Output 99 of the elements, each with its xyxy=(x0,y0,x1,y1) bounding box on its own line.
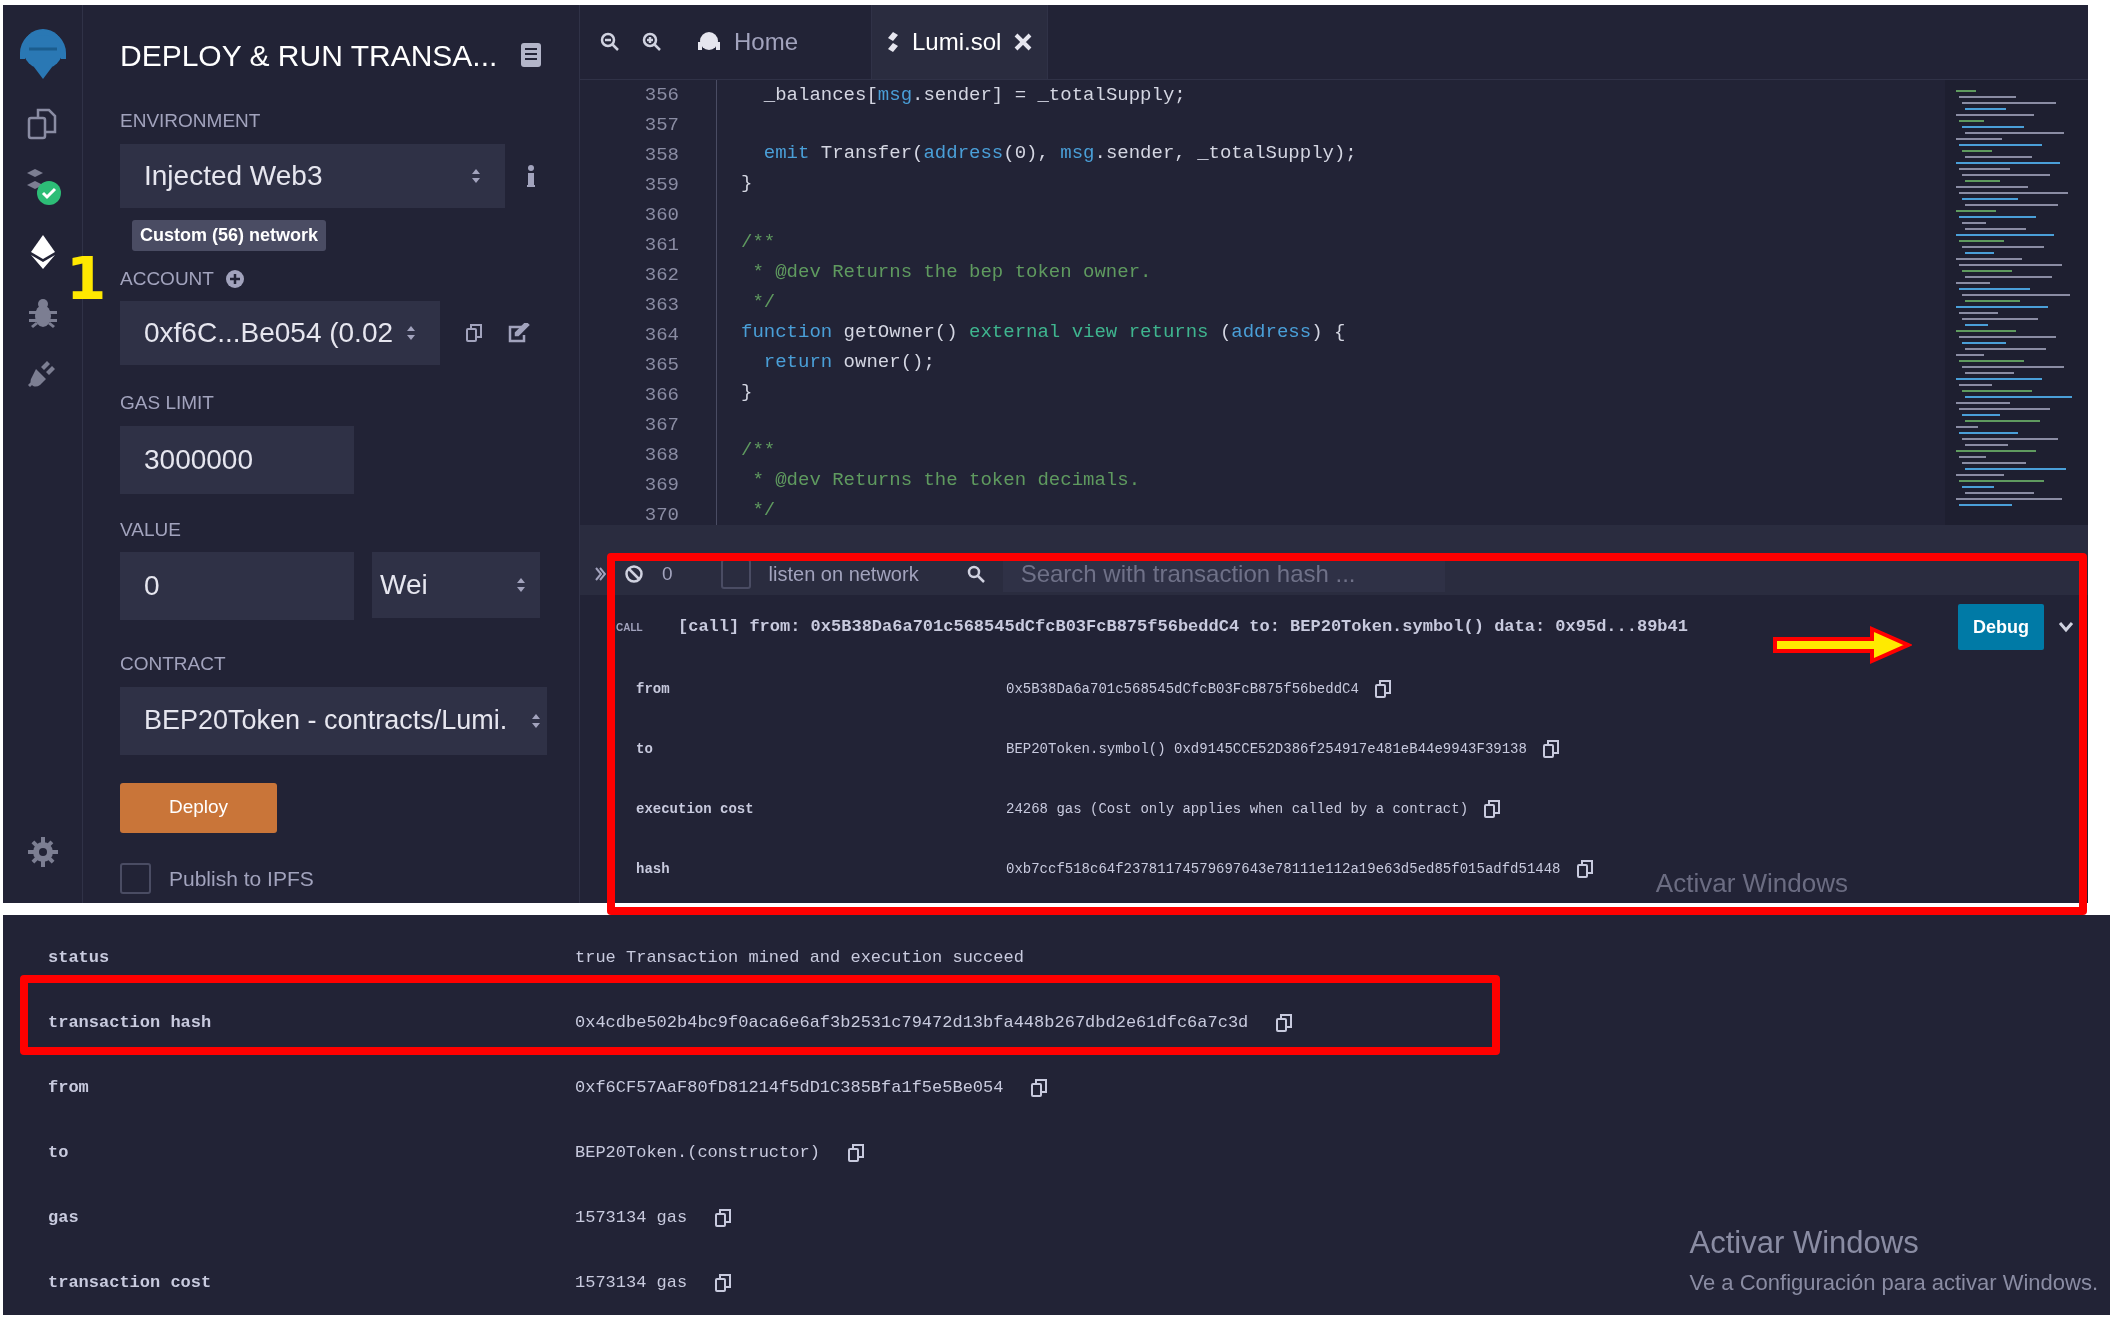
copy-icon[interactable] xyxy=(1484,800,1501,818)
sort-arrows-icon xyxy=(406,324,416,342)
code-line: /** xyxy=(741,438,776,463)
search-icon[interactable] xyxy=(966,565,985,583)
checkbox-label: Publish to IPFS xyxy=(169,865,314,892)
bug-icon[interactable] xyxy=(27,297,58,329)
step-number: 1 xyxy=(66,250,107,308)
code-line: _balances[msg.sender] = _totalSupply; xyxy=(762,83,1186,108)
line-number: 358 xyxy=(644,143,679,168)
account-select[interactable]: 0xf6C...Be054 (0.02 xyxy=(120,301,440,365)
call-summary: [call] from: 0x5B38Da6a701c568545dCfcB03FcB875f56beddC4 to: BEP20Token.symbol() data: 0x95d...89b41 xyxy=(678,616,1688,639)
field-label: ENVIRONMENT xyxy=(120,109,262,133)
call-tag: CALL xyxy=(616,619,678,635)
code-line: return owner(); xyxy=(762,349,935,375)
book-icon[interactable] xyxy=(520,42,542,68)
info-icon[interactable] xyxy=(527,164,535,187)
network-badge: Custom (56) network xyxy=(132,219,327,251)
detail-key: hash xyxy=(636,858,1006,880)
code-line: function getOwner() external view returns (address) { xyxy=(741,319,1346,345)
detail-value: 0x5B38Da6a701c568545dCfcB03FcB875f56beddC4 xyxy=(1006,679,1359,699)
copy-icon[interactable] xyxy=(1576,860,1593,878)
line-number: 368 xyxy=(644,443,679,468)
chevron-down-icon[interactable] xyxy=(2058,621,2074,633)
windows-notice-title: Activar Windows xyxy=(1689,1223,1920,1262)
line-number: 361 xyxy=(644,233,679,258)
field-label: VALUE xyxy=(120,517,182,542)
copy-icon[interactable] xyxy=(715,1273,732,1292)
copy-icon[interactable] xyxy=(847,1143,864,1162)
code-line: } xyxy=(741,171,753,197)
panel-title: DEPLOY & RUN TRANSA... xyxy=(120,37,498,74)
field-label: ACCOUNT xyxy=(120,266,214,291)
clear-icon[interactable] xyxy=(624,564,644,584)
code-line: } xyxy=(741,379,753,405)
checkbox-label: listen on network xyxy=(768,562,919,587)
detail-key: to xyxy=(636,738,1006,760)
unit-select[interactable]: Wei xyxy=(372,552,540,618)
receipt-key: to xyxy=(48,1139,575,1166)
line-number: 364 xyxy=(644,323,679,348)
copy-icon[interactable] xyxy=(466,324,482,342)
windows-notice-subtitle: Ve a Configuración para activar Windows. xyxy=(1689,1269,2098,1297)
code-line: emit Transfer(address(0), msg.sender, _totalSupply); xyxy=(762,141,1357,167)
line-number: 357 xyxy=(644,113,679,138)
gas-limit-field[interactable]: 3000000 xyxy=(120,425,354,494)
copy-icon[interactable] xyxy=(1276,1013,1293,1032)
line-number: 366 xyxy=(644,383,679,408)
detail-value: 24268 gas (Cost only applies when called by a contract) xyxy=(1006,799,1469,819)
receipt-value: 1573134 gas xyxy=(575,1206,688,1229)
line-number: 365 xyxy=(644,353,679,378)
copy-icon[interactable] xyxy=(1374,680,1391,698)
detail-key: execution cost xyxy=(636,798,1006,820)
field-label: CONTRACT xyxy=(120,652,227,676)
code-line: */ xyxy=(751,498,776,523)
receipt-key: from xyxy=(48,1074,575,1101)
line-number: 359 xyxy=(644,173,679,198)
sort-arrows-icon xyxy=(516,576,526,594)
field-label: GAS LIMIT xyxy=(120,391,215,415)
receipt-key: status xyxy=(48,944,575,971)
code-line: * @dev Returns the bep token owner. xyxy=(751,259,1152,285)
contract-select[interactable]: BEP20Token - contracts/Lumi. xyxy=(120,686,547,755)
receipt-value: 0xf6CF57AaF80fD81214f5dD1C385Bfa1f5e5Be054 xyxy=(575,1076,1004,1099)
zoom-out-icon[interactable] xyxy=(600,32,620,52)
environment-select[interactable]: Injected Web3 xyxy=(120,143,505,208)
line-number: 362 xyxy=(644,263,679,288)
detail-value: 0xb7ccf518c64f23781174579697643e78111e112a19e63d5ed85f015adfd51448 xyxy=(1006,859,1561,879)
value-field[interactable]: 0 xyxy=(120,552,354,620)
code-line: /** xyxy=(741,229,776,255)
copy-icon[interactable] xyxy=(715,1208,732,1227)
line-number: 363 xyxy=(644,293,679,318)
pending-count: 0 xyxy=(662,561,673,586)
receipt-key: transaction cost xyxy=(48,1269,575,1296)
close-icon[interactable] xyxy=(1013,32,1034,52)
copy-icon[interactable] xyxy=(1031,1078,1048,1097)
double-chevron-icon[interactable] xyxy=(594,566,606,582)
receipt-value: BEP20Token.(constructor) xyxy=(575,1141,820,1164)
line-number: 370 xyxy=(644,503,679,528)
windows-notice: Activar Windows xyxy=(1655,867,1848,900)
solidity-file-icon xyxy=(886,30,900,54)
receipt-value: 0x4cdbe502b4bc9f0aca6e6af3b2531c79472d13bfa448b267dbd2e61dfc6a7c3d xyxy=(575,1011,1249,1034)
receipt-value: true Transaction mined and execution succeed xyxy=(575,946,1024,969)
code-line: */ xyxy=(751,289,776,315)
line-number: 356 xyxy=(644,83,679,108)
code-line: * @dev Returns the token decimals. xyxy=(751,468,1141,493)
line-number: 369 xyxy=(644,473,679,498)
copy-icon[interactable] xyxy=(1542,740,1559,758)
detail-key: from xyxy=(636,678,1006,700)
listen-checkbox[interactable] xyxy=(720,559,751,589)
edit-icon[interactable] xyxy=(508,323,530,343)
add-icon[interactable] xyxy=(225,269,244,288)
line-number: 360 xyxy=(644,203,679,228)
publish-checkbox[interactable] xyxy=(120,862,151,894)
detail-value: BEP20Token.symbol() 0xd9145CCE52D386f254917e481eB44e9943F39138 xyxy=(1006,739,1527,759)
editor-tab[interactable]: Lumi.sol xyxy=(872,5,1049,79)
receipt-key: transaction hash xyxy=(48,1009,575,1036)
zoom-in-icon[interactable] xyxy=(642,32,662,52)
line-number: 367 xyxy=(644,413,679,438)
debug-button[interactable]: Debug xyxy=(1958,604,2044,650)
receipt-value: 1573134 gas xyxy=(575,1271,688,1294)
settings-icon[interactable] xyxy=(27,837,58,867)
receipt-key: gas xyxy=(48,1204,575,1231)
